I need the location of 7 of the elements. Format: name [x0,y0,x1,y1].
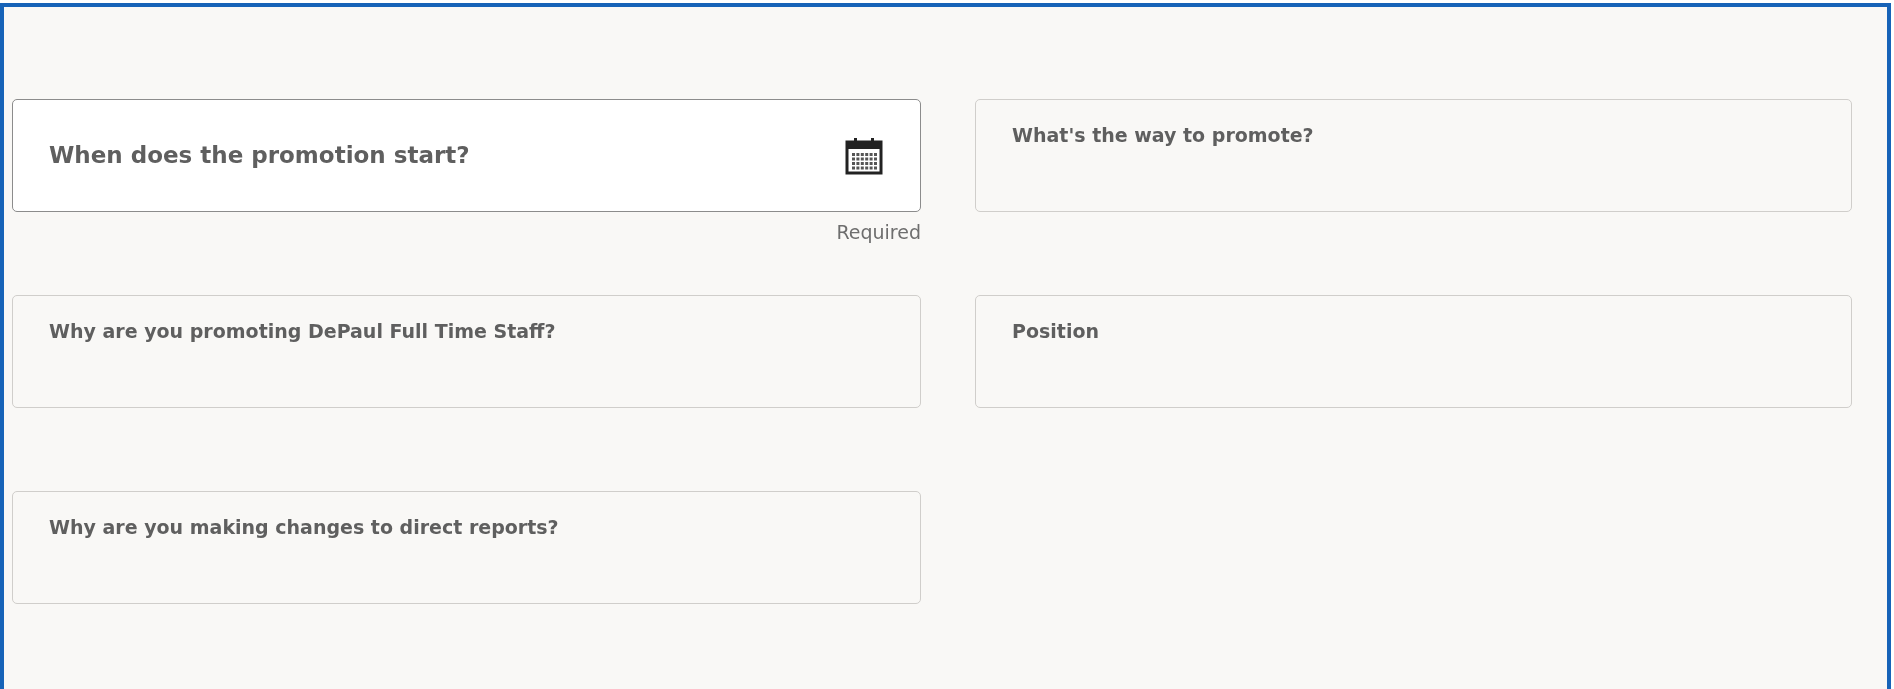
calendar-icon[interactable] [844,135,884,176]
text-field[interactable]: What's the way to promote? [975,99,1852,212]
text-field[interactable]: Position [975,295,1852,408]
text-field[interactable]: Why are you promoting DePaul Full Time Staff? [12,295,921,408]
text-field[interactable]: Why are you making changes to direct reports? [12,491,921,604]
date-field[interactable]: When does the promotion start? [12,99,921,212]
required-hint: Required [836,221,921,243]
